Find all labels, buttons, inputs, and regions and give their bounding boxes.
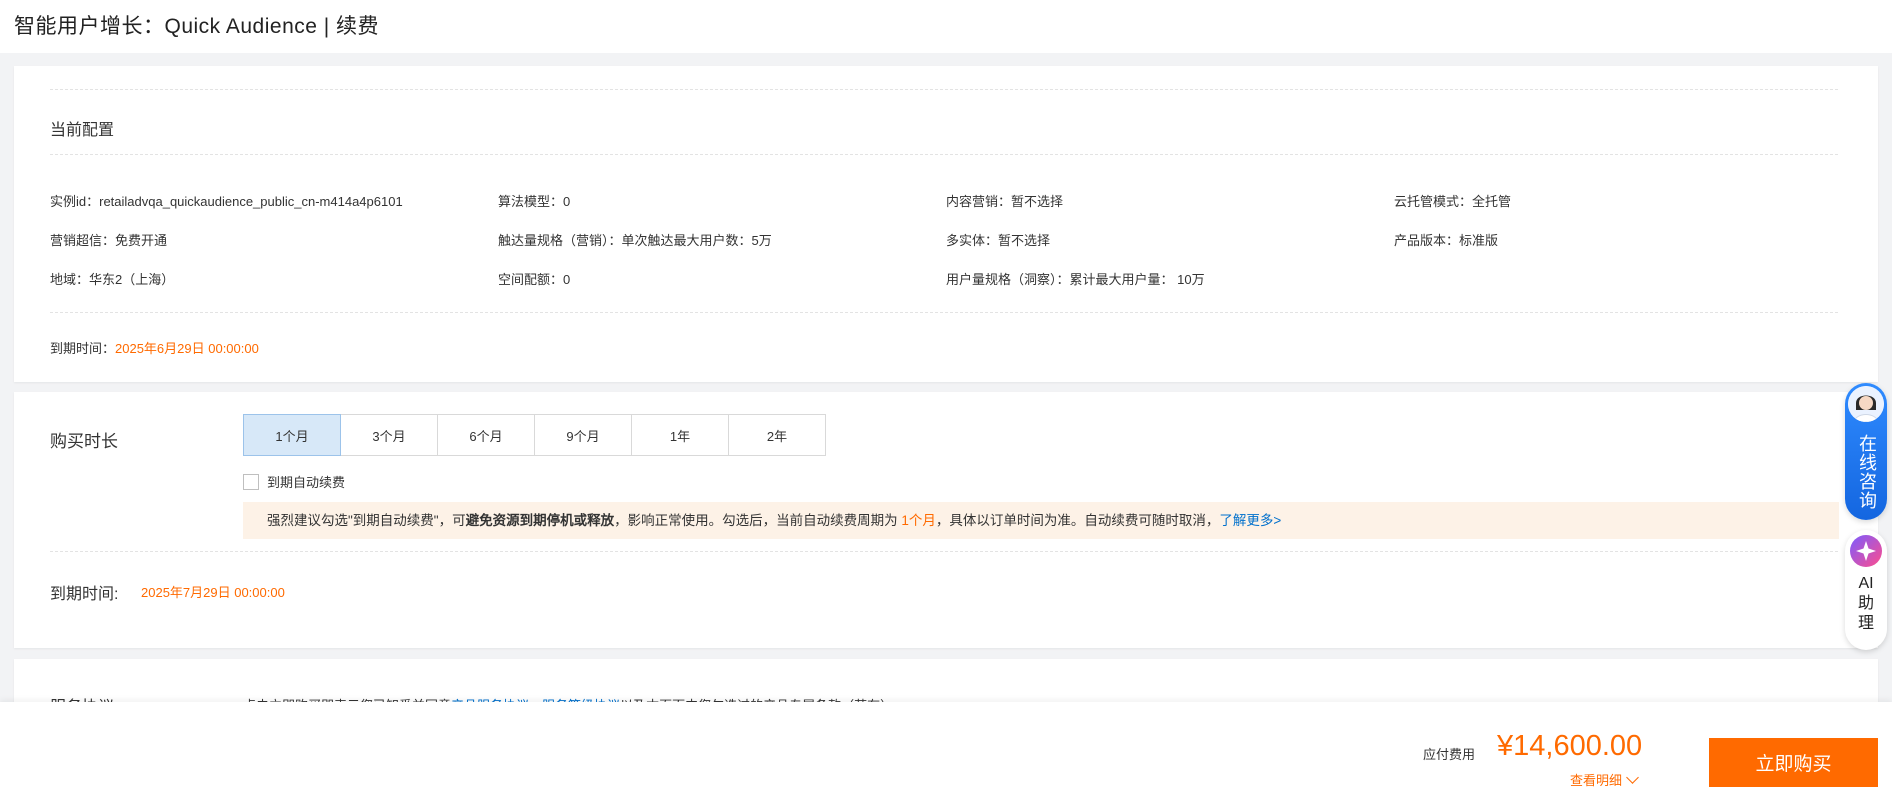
duration-option-9-months[interactable]: 9个月 bbox=[534, 414, 632, 456]
current-config-panel: 当前配置 实例id：retailadvqa_quickaudience_publ… bbox=[14, 66, 1878, 382]
auto-renew-tip: 强烈建议勾选"到期自动续费"，可避免资源到期停机或释放，影响正常使用。勾选后，当… bbox=[243, 502, 1839, 539]
config-content-marketing: 内容营销：暂不选择 bbox=[946, 194, 1064, 209]
online-consult-label[interactable]: 在线咨询 bbox=[1855, 427, 1877, 517]
tip-text-1: 强烈建议勾选"到期自动续费"，可 bbox=[267, 513, 466, 528]
duration-option-1-year[interactable]: 1年 bbox=[631, 414, 729, 456]
buy-now-button[interactable]: 立即购买 bbox=[1709, 738, 1878, 787]
config-multi-entity: 多实体：暂不选择 bbox=[946, 233, 1051, 248]
config-algorithm: 算法模型：0 bbox=[498, 194, 571, 209]
auto-renew-option[interactable]: 到期自动续费 bbox=[243, 472, 345, 491]
tip-text-3: ，具体以订单时间为准。自动续费可随时取消， bbox=[935, 513, 1220, 528]
new-expire-value: 2025年7月29日 00:00:00 bbox=[141, 585, 285, 600]
purchase-panel: 购买时长 1个月 3个月 6个月 9个月 1年 2年 到期自动续费 强烈建议勾选… bbox=[14, 392, 1878, 648]
page-title: 智能用户增长：Quick Audience | 续费 bbox=[14, 15, 380, 38]
fee-label: 应付费用 bbox=[1423, 747, 1476, 762]
duration-option-3-months[interactable]: 3个月 bbox=[340, 414, 438, 456]
tip-text-2: ，影响正常使用。勾选后，当前自动续费周期为 bbox=[614, 513, 898, 528]
auto-renew-label[interactable]: 到期自动续费 bbox=[267, 472, 345, 491]
current-expire: 到期时间：2025年6月29日 00:00:00 bbox=[50, 338, 259, 357]
divider bbox=[50, 89, 1838, 90]
duration-selector: 1个月 3个月 6个月 9个月 1年 2年 bbox=[243, 414, 826, 456]
divider bbox=[50, 154, 1838, 155]
view-detail-link[interactable]: 查看明细 bbox=[1570, 770, 1639, 789]
config-user-spec: 用户量规格（洞察）：累计最大用户量： 10万 bbox=[946, 272, 1205, 287]
duration-option-2-years[interactable]: 2年 bbox=[728, 414, 826, 456]
checkout-footer: 应付费用 ¥14,600.00 查看明细 立即购买 bbox=[0, 702, 1892, 803]
learn-more-link[interactable]: 了解更多> bbox=[1219, 513, 1281, 528]
duration-option-1-month[interactable]: 1个月 bbox=[243, 414, 341, 456]
current-expire-value: 2025年6月29日 00:00:00 bbox=[115, 341, 259, 356]
ai-assistant-button[interactable]: AI助理 bbox=[1845, 530, 1887, 650]
ai-assistant-icon bbox=[1849, 534, 1883, 568]
config-edition: 产品版本：标准版 bbox=[1394, 233, 1499, 248]
ai-assistant-label[interactable]: AI助理 bbox=[1855, 574, 1877, 634]
divider bbox=[50, 312, 1838, 313]
config-instance-id: 实例id：retailadvqa_quickaudience_public_cn… bbox=[50, 194, 403, 209]
duration-option-6-months[interactable]: 6个月 bbox=[437, 414, 535, 456]
config-hosting-mode: 云托管模式：全托管 bbox=[1394, 194, 1512, 209]
config-space-quota: 空间配额：0 bbox=[498, 272, 571, 287]
page-header: 智能用户增长：Quick Audience | 续费 bbox=[0, 0, 1892, 53]
divider bbox=[50, 551, 1838, 552]
view-detail-label[interactable]: 查看明细 bbox=[1570, 770, 1622, 789]
auto-renew-checkbox[interactable] bbox=[243, 473, 259, 490]
new-expire-label: 到期时间: bbox=[50, 586, 119, 603]
config-region: 地域：华东2（上海） bbox=[50, 272, 175, 287]
tip-bold: 避免资源到期停机或释放 bbox=[465, 513, 615, 528]
chevron-down-icon bbox=[1626, 770, 1639, 784]
config-sms: 营销超信：免费开通 bbox=[50, 233, 168, 248]
fee-value: ¥14,600.00 bbox=[1497, 730, 1643, 762]
tip-period: 1个月 bbox=[901, 513, 936, 528]
config-reach-spec: 触达量规格（营销）：单次触达最大用户数：5万 bbox=[498, 233, 772, 248]
online-consult-button[interactable]: 在线咨询 bbox=[1845, 383, 1887, 520]
duration-label: 购买时长 bbox=[50, 432, 118, 451]
section-title-current-config: 当前配置 bbox=[50, 122, 115, 139]
avatar bbox=[1848, 386, 1884, 422]
current-expire-label: 到期时间： bbox=[50, 341, 116, 356]
